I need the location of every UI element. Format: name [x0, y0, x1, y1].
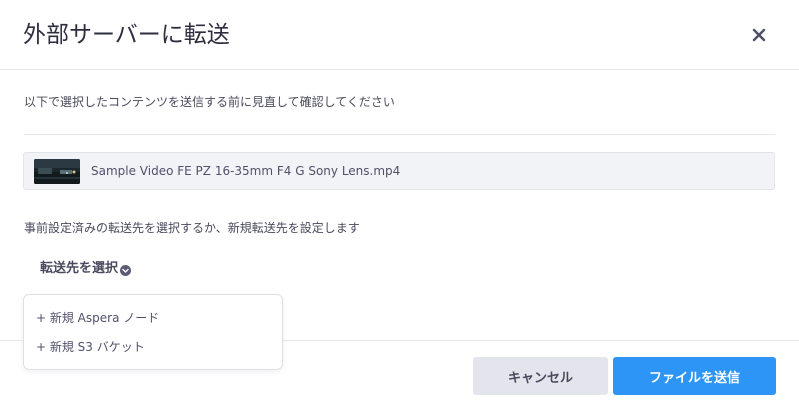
file-name: Sample Video FE PZ 16-35mm F4 G Sony Len… [91, 164, 401, 178]
video-thumbnail [34, 159, 80, 184]
dialog-header: 外部サーバーに転送 [0, 0, 799, 70]
destination-select-label: 転送先を選択 [40, 260, 119, 276]
divider [24, 134, 775, 135]
intro-text: 以下で選択したコンテンツを送信する前に見直して確認してください [24, 95, 395, 109]
close-icon[interactable] [748, 24, 770, 46]
transfer-dialog: 外部サーバーに転送 以下で選択したコンテンツを送信する前に見直して確認してくださ… [0, 0, 799, 410]
send-files-button[interactable]: ファイルを送信 [613, 357, 776, 395]
dialog-title: 外部サーバーに転送 [23, 22, 230, 48]
chevron-down-icon [120, 261, 132, 276]
menu-item-new-aspera-node[interactable]: + 新規 Aspera ノード [36, 310, 159, 326]
cancel-button[interactable]: キャンセル [473, 357, 608, 395]
destination-select[interactable]: 転送先を選択 [40, 256, 132, 276]
selected-file-row: Sample Video FE PZ 16-35mm F4 G Sony Len… [23, 152, 775, 190]
destination-menu: + 新規 Aspera ノード + 新規 S3 バケット [23, 294, 283, 370]
menu-item-new-s3-bucket[interactable]: + 新規 S3 バケット [36, 339, 145, 355]
destination-note: 事前設定済みの転送先を選択するか、新規転送先を設定します [24, 221, 360, 235]
